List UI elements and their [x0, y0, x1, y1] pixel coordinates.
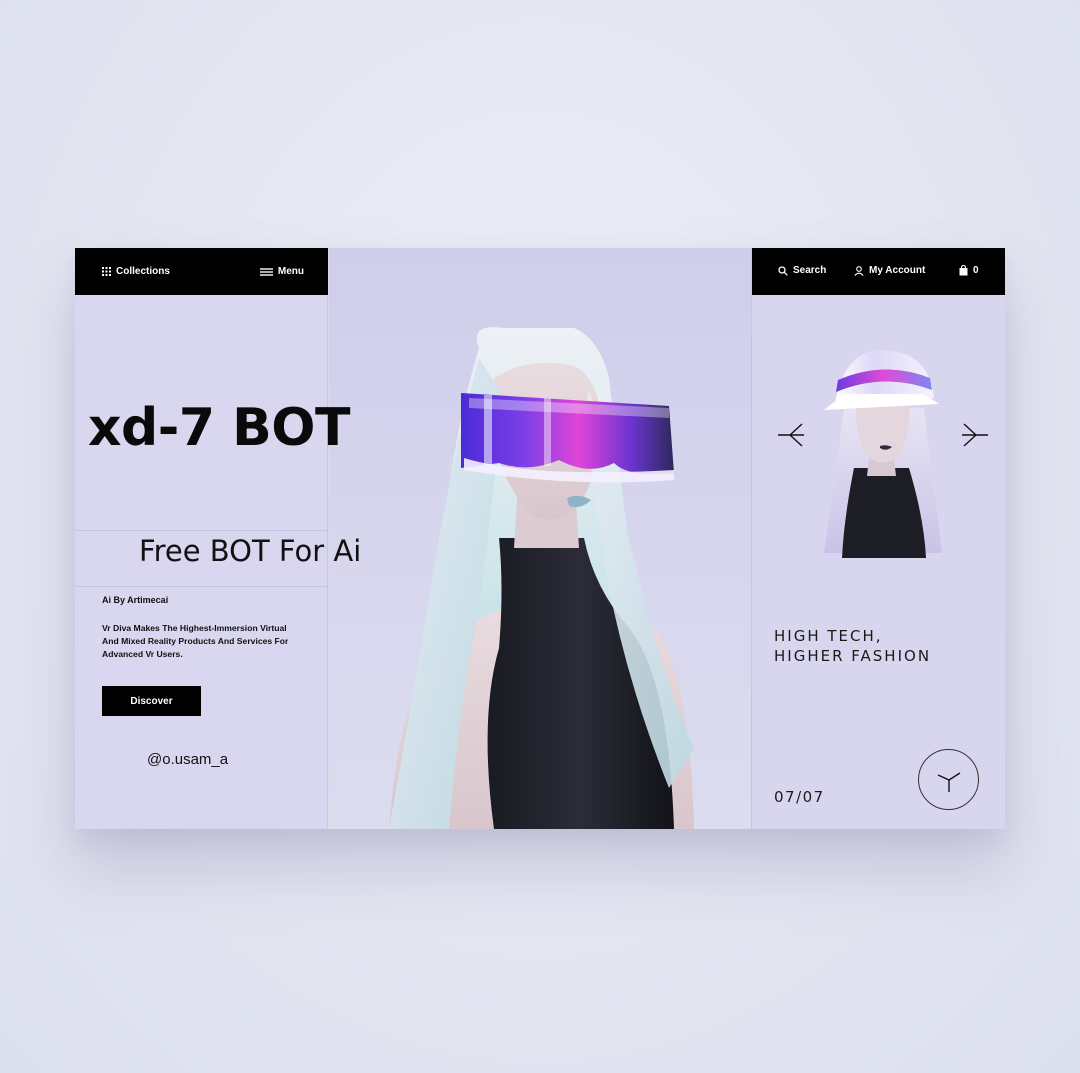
search-link[interactable]: Search	[778, 265, 826, 276]
cart-button[interactable]: 0	[959, 265, 979, 276]
next-slide-button[interactable]	[918, 749, 979, 810]
thumbnail-model-image	[824, 349, 942, 558]
page-background: Collections Menu Ai By Artimecai Vr Diva…	[0, 0, 1080, 1073]
collections-label: Collections	[116, 266, 170, 277]
menu-label: Menu	[277, 266, 304, 277]
menu-button[interactable]: Menu	[259, 266, 304, 277]
top-nav-right: Search My Account 0	[752, 248, 1005, 295]
hamburger-icon	[259, 267, 273, 276]
description-line: And Mixed Reality Products And Services …	[102, 636, 289, 646]
next-arrow-icon[interactable]	[960, 420, 990, 450]
discover-button[interactable]: Discover	[102, 686, 201, 716]
grid-icon	[102, 267, 111, 276]
ai-by-label: Ai By Artimecai	[102, 595, 169, 605]
search-label: Search	[793, 265, 827, 276]
hero-title: xd-7 BOT	[88, 398, 350, 458]
hero-image	[329, 248, 751, 829]
slide-counter: 07/07	[774, 788, 825, 806]
hero-subtitle: Free BOT For Ai	[139, 534, 362, 568]
account-label: My Account	[869, 265, 926, 276]
author-handle: @o.usam_a	[147, 751, 229, 768]
description-line: Vr Diva Makes The Highest-Immersion Virt…	[102, 623, 287, 633]
collections-link[interactable]: Collections	[102, 266, 170, 277]
top-nav-left: Collections Menu	[75, 248, 328, 295]
account-link[interactable]: My Account	[854, 265, 925, 276]
prev-arrow-icon[interactable]	[776, 420, 806, 450]
tagline: HIGH TECH, HIGHER FASHION	[774, 626, 931, 666]
tagline-line: HIGH TECH,	[774, 627, 883, 645]
search-icon	[778, 265, 788, 276]
intro-description: Vr Diva Makes The Highest-Immersion Virt…	[102, 622, 302, 661]
right-panel: Search My Account 0 HIGH TECH, HIGHER FA…	[751, 248, 1005, 829]
description-line: Advanced Vr Users.	[102, 649, 183, 659]
cart-count: 0	[973, 265, 979, 276]
user-icon	[854, 265, 864, 276]
vr-model-illustration	[389, 327, 694, 829]
shopping-bag-icon	[959, 265, 968, 276]
tri-blade-icon	[937, 771, 960, 792]
tagline-line: HIGHER FASHION	[774, 647, 932, 665]
